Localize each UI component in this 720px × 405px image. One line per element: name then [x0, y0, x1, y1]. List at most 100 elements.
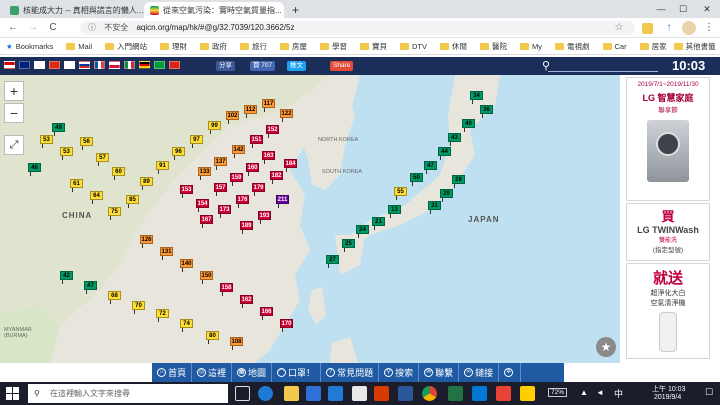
- aqi-station-marker[interactable]: 173: [218, 205, 231, 218]
- aqi-station-marker[interactable]: 13: [388, 205, 401, 218]
- aqi-station-marker[interactable]: 158: [220, 283, 233, 296]
- flag-icon[interactable]: [19, 61, 30, 69]
- ad-lg-banner[interactable]: 2019/7/1~2019/11/30 LG 智慧家庭 聯享節: [626, 77, 710, 201]
- share-button[interactable]: Share: [330, 61, 354, 71]
- menu-icon[interactable]: ⋮: [702, 21, 716, 35]
- bookmark-item[interactable]: 房屋: [280, 41, 307, 52]
- aqi-station-marker[interactable]: 24: [356, 225, 369, 238]
- aqi-station-marker[interactable]: 42: [60, 271, 73, 284]
- aqi-station-marker[interactable]: 162: [240, 295, 253, 308]
- aqi-station-marker[interactable]: 70: [132, 301, 145, 314]
- bookmark-item[interactable]: 學習: [320, 41, 347, 52]
- aqi-station-marker[interactable]: 131: [160, 247, 173, 260]
- facebook-like-button[interactable]: 贊 707: [250, 61, 276, 71]
- aqi-station-marker[interactable]: 102: [226, 111, 239, 124]
- nav-search[interactable]: ⚲ 搜索: [379, 363, 420, 382]
- app-icon[interactable]: [496, 386, 511, 401]
- new-tab-button[interactable]: +: [286, 2, 304, 18]
- windows-start-icon[interactable]: [6, 387, 19, 400]
- aqi-station-marker[interactable]: 72: [156, 309, 169, 322]
- zoom-out-button[interactable]: −: [4, 103, 24, 123]
- aqi-station-marker[interactable]: 49: [52, 123, 65, 136]
- bookmark-item[interactable]: Mail: [66, 41, 92, 52]
- aqi-station-marker[interactable]: 21: [372, 217, 385, 230]
- aqi-station-marker[interactable]: 64: [90, 191, 103, 204]
- aqi-station-marker[interactable]: 157: [214, 183, 227, 196]
- aqi-station-marker[interactable]: 154: [196, 199, 209, 212]
- aqi-station-marker[interactable]: 47: [424, 161, 437, 174]
- aqi-station-marker[interactable]: 96: [172, 147, 185, 160]
- aqi-station-marker[interactable]: 153: [180, 185, 193, 198]
- close-tab-icon[interactable]: ✕: [282, 5, 284, 16]
- aqi-station-marker[interactable]: 34: [470, 91, 483, 104]
- aqi-station-marker[interactable]: 193: [258, 211, 271, 224]
- ad-gift[interactable]: 就送 超淨化大白 空氣清淨機: [626, 263, 710, 359]
- chrome-icon[interactable]: [422, 386, 437, 401]
- nav-mail[interactable]: ✉ 聯繫: [419, 363, 460, 382]
- aqi-station-marker[interactable]: 176: [236, 195, 249, 208]
- flag-icon[interactable]: [124, 61, 135, 69]
- aqi-station-marker[interactable]: 29: [440, 189, 453, 202]
- aqi-station-marker[interactable]: 97: [190, 135, 203, 148]
- ad-twinwash[interactable]: 買 LG TWINWash 雙能洗 (指定型號): [626, 203, 710, 261]
- aqi-station-marker[interactable]: 160: [246, 163, 259, 176]
- aqi-station-marker[interactable]: 140: [180, 259, 193, 272]
- forward-button[interactable]: →: [26, 21, 40, 35]
- edge-icon[interactable]: [258, 386, 273, 401]
- aqi-station-marker[interactable]: 189: [240, 221, 253, 234]
- maximize-button[interactable]: ☐: [672, 0, 694, 18]
- address-bar[interactable]: ⓘ 不安全 aqicn.org/map/hk/#@g/32.7039/120.3…: [80, 21, 635, 35]
- aqi-station-marker[interactable]: 151: [250, 135, 263, 148]
- bookmark-item[interactable]: 居家: [639, 41, 667, 52]
- aqi-station-marker[interactable]: 108: [230, 337, 243, 350]
- aqi-station-marker[interactable]: 133: [198, 167, 211, 180]
- aqi-station-marker[interactable]: 163: [262, 151, 275, 164]
- bookmark-item[interactable]: DTV: [400, 41, 427, 52]
- aqi-station-marker[interactable]: 36: [480, 105, 493, 118]
- close-window-button[interactable]: ✕: [696, 0, 718, 18]
- minimize-button[interactable]: —: [650, 0, 672, 18]
- notifications-icon[interactable]: ☐: [705, 387, 713, 398]
- aqi-station-marker[interactable]: 46: [28, 163, 41, 176]
- bookmark-other[interactable]: 其他書籤: [673, 41, 716, 52]
- clock-time[interactable]: 上午 10:03: [652, 384, 685, 394]
- app-icon[interactable]: [352, 386, 367, 401]
- aqi-station-marker[interactable]: 44: [438, 147, 451, 160]
- reload-button[interactable]: C: [46, 21, 60, 35]
- aqi-station-marker[interactable]: 55: [394, 187, 407, 200]
- aqi-station-marker[interactable]: 112: [244, 105, 257, 118]
- aqi-station-marker[interactable]: 137: [214, 157, 227, 170]
- aqi-station-marker[interactable]: 170: [280, 319, 293, 332]
- aqi-station-marker[interactable]: 182: [270, 171, 283, 184]
- aqi-station-marker[interactable]: 179: [252, 183, 265, 196]
- clock-date[interactable]: 2019/9/4: [654, 394, 681, 401]
- aqi-station-marker[interactable]: 61: [70, 179, 83, 192]
- aqi-station-marker[interactable]: 25: [342, 239, 355, 252]
- extension-icon[interactable]: [642, 23, 653, 34]
- app-icon[interactable]: [374, 386, 389, 401]
- aqi-station-marker[interactable]: 40: [462, 119, 475, 132]
- aqi-station-marker[interactable]: 117: [262, 99, 275, 112]
- twitter-share-button[interactable]: 推文: [287, 61, 306, 71]
- nav-map[interactable]: ▦ 地圖: [232, 363, 273, 382]
- site-search-input[interactable]: [548, 61, 658, 72]
- bookmark-item[interactable]: 入門網站: [105, 41, 147, 52]
- aqi-station-marker[interactable]: 89: [140, 177, 153, 190]
- aqi-station-marker[interactable]: 68: [108, 291, 121, 304]
- bookmark-item[interactable]: Car: [602, 41, 627, 52]
- bookmark-item[interactable]: 政府: [200, 41, 227, 52]
- avatar[interactable]: [682, 21, 696, 35]
- mail-app-icon[interactable]: [328, 386, 343, 401]
- bookmark-item[interactable]: 寶貝: [360, 41, 387, 52]
- tab-aqicn[interactable]: 從來空氣污染：實時空氣質量指... ✕: [144, 2, 284, 18]
- task-view-icon[interactable]: [235, 386, 250, 401]
- flag-icon[interactable]: [139, 61, 150, 69]
- aqi-station-marker[interactable]: 99: [208, 121, 221, 134]
- bookmark-item[interactable]: My: [520, 41, 542, 52]
- aqi-station-marker[interactable]: 50: [410, 173, 423, 186]
- info-icon[interactable]: ⓘ: [88, 23, 96, 32]
- aqi-station-marker[interactable]: 47: [84, 281, 97, 294]
- aqi-station-marker[interactable]: 53: [60, 147, 73, 160]
- aqi-station-marker[interactable]: 166: [260, 307, 273, 320]
- aqi-station-marker[interactable]: 27: [326, 255, 339, 268]
